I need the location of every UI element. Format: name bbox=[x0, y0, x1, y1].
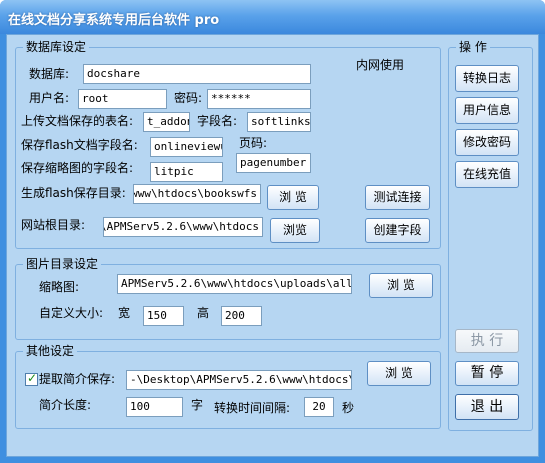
flash-field-input[interactable]: onlineviewur bbox=[150, 137, 223, 157]
page-number-label: 页码: bbox=[239, 136, 268, 150]
summary-length-input[interactable]: 100 bbox=[126, 397, 183, 417]
other-settings-legend: 其他设定 bbox=[23, 343, 78, 359]
custom-size-label: 自定义大小: bbox=[39, 306, 104, 320]
conversion-log-button[interactable]: 转换日志 bbox=[455, 65, 519, 92]
pause-button[interactable]: 暂 停 bbox=[455, 361, 519, 386]
user-info-button[interactable]: 用户信息 bbox=[455, 97, 519, 124]
table-name-label: 上传文档保存的表名: bbox=[21, 114, 134, 128]
online-recharge-button[interactable]: 在线充值 bbox=[455, 161, 519, 188]
flash-field-label: 保存flash文档字段名: bbox=[21, 138, 138, 152]
interval-input[interactable]: 20 bbox=[304, 397, 334, 417]
test-connection-button[interactable]: 测试连接 bbox=[365, 185, 430, 210]
height-label: 高 bbox=[197, 306, 210, 320]
database-label: 数据库: bbox=[29, 67, 70, 81]
table-name-input[interactable]: t_addon bbox=[143, 112, 190, 132]
change-password-button[interactable]: 修改密码 bbox=[455, 129, 519, 156]
field-name-label: 字段名: bbox=[197, 114, 238, 128]
database-input[interactable]: docshare bbox=[83, 64, 311, 84]
page-number-input[interactable]: pagenumber bbox=[236, 153, 311, 173]
execute-button[interactable]: 执 行 bbox=[455, 329, 519, 353]
extract-summary-browse-button[interactable]: 浏 览 bbox=[367, 361, 431, 386]
width-label: 宽 bbox=[118, 306, 131, 320]
password-label: 密码: bbox=[174, 91, 203, 105]
thumbnail-label: 缩略图: bbox=[39, 280, 80, 294]
extract-summary-dir-input[interactable]: -\Desktop\APMServ5.2.6\www\htdocs\txt bbox=[126, 370, 352, 390]
site-root-browse-button[interactable]: 浏览 bbox=[270, 218, 320, 243]
password-input[interactable]: ****** bbox=[207, 89, 311, 109]
checkmark-icon: ✓ bbox=[27, 371, 38, 385]
intranet-note: 内网使用 bbox=[356, 58, 405, 72]
username-label: 用户名: bbox=[29, 91, 70, 105]
flash-dir-input[interactable]: j\www\htdocs\bookswfs bbox=[133, 184, 261, 204]
extract-summary-checkbox[interactable]: ✓ bbox=[25, 371, 38, 386]
exit-button[interactable]: 退 出 bbox=[455, 394, 519, 420]
flash-dir-label: 生成flash保存目录: bbox=[21, 186, 126, 200]
operations-legend: 操 作 bbox=[456, 39, 490, 55]
extract-summary-label: 提取简介保存: bbox=[39, 372, 116, 386]
window-title: 在线文档分享系统专用后台软件 pro bbox=[8, 13, 220, 28]
summary-length-label: 简介长度: bbox=[39, 398, 92, 412]
client-area: 数据库设定 内网使用 数据库: docshare 用户名: root 密码: *… bbox=[6, 34, 539, 457]
thumbnail-dir-input[interactable]: APMServ5.2.6\www\htdocs\uploads\allimg bbox=[117, 274, 352, 294]
flash-dir-browse-button[interactable]: 浏 览 bbox=[267, 185, 319, 210]
thumb-field-input[interactable]: litpic bbox=[150, 162, 223, 182]
height-input[interactable]: 200 bbox=[221, 306, 262, 326]
site-root-input[interactable]: op\APMServ5.2.6\www\htdocs bbox=[103, 217, 263, 237]
image-settings-legend: 图片目录设定 bbox=[23, 256, 102, 272]
interval-label: 转换时间间隔: bbox=[214, 401, 291, 415]
database-settings-legend: 数据库设定 bbox=[23, 39, 90, 55]
site-root-label: 网站根目录: bbox=[21, 218, 86, 232]
title-bar[interactable]: 在线文档分享系统专用后台软件 pro bbox=[0, 0, 545, 34]
thumbnail-browse-button[interactable]: 浏 览 bbox=[369, 273, 433, 298]
seconds-unit-label: 秒 bbox=[342, 401, 355, 415]
thumb-field-label: 保存缩略图的字段名: bbox=[21, 161, 134, 175]
width-input[interactable]: 150 bbox=[143, 306, 184, 326]
create-field-button[interactable]: 创建字段 bbox=[365, 218, 430, 243]
field-name-input[interactable]: softlinks bbox=[247, 112, 311, 132]
username-input[interactable]: root bbox=[78, 89, 167, 109]
char-unit-label: 字 bbox=[191, 398, 204, 412]
main-window: 在线文档分享系统专用后台软件 pro 数据库设定 内网使用 数据库: docsh… bbox=[0, 0, 545, 463]
